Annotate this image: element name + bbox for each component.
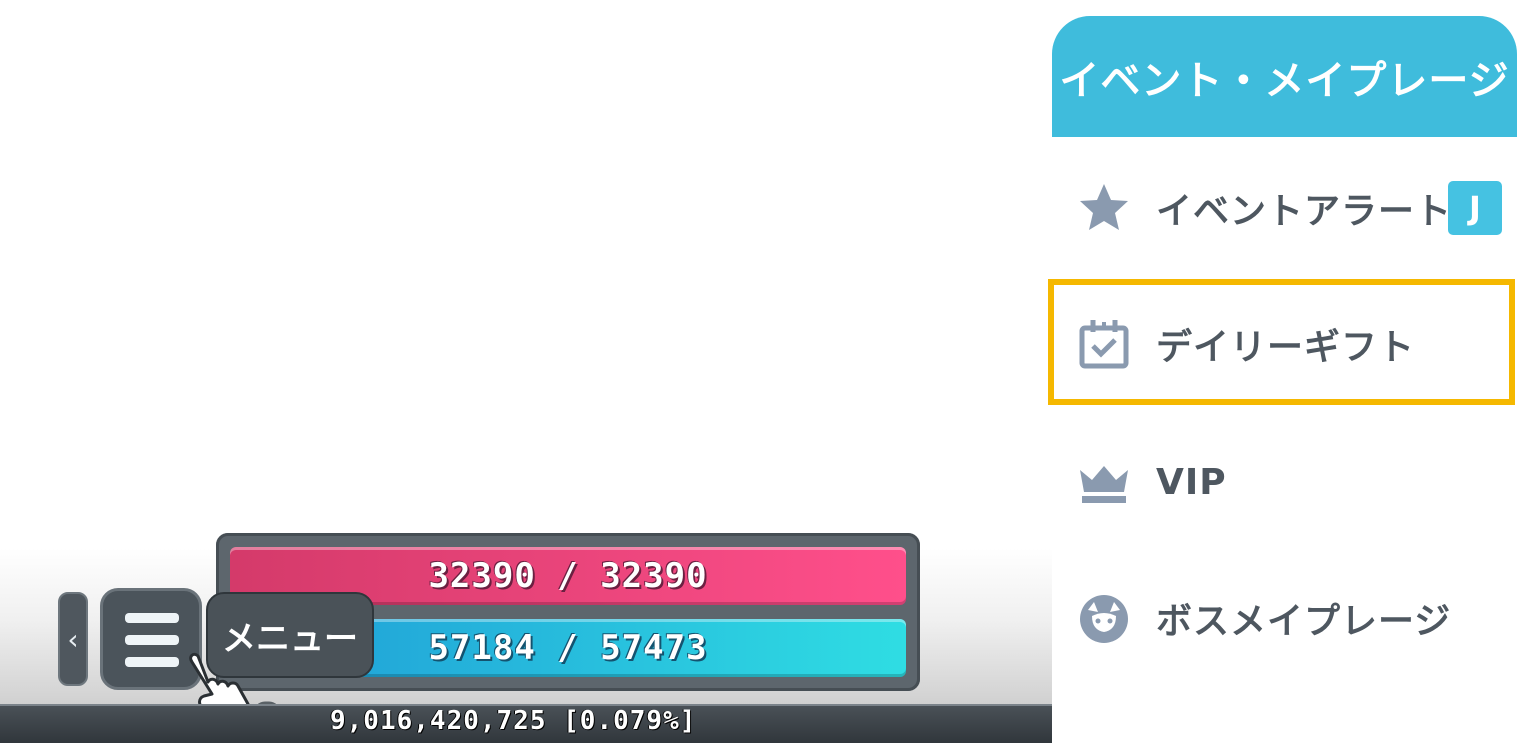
menu-item-label: イベントアラート [1156,191,1453,232]
menu-item-vip[interactable]: VIP [1052,420,1521,544]
panel-title: イベント・メイプレージ [1052,16,1517,137]
crown-icon [1080,466,1128,503]
menu-item-boss-mapleage[interactable]: ボスメイプレージ [1052,556,1521,680]
menu-item-label: ボスメイプレージ [1156,601,1452,642]
menu-item-event-alert[interactable]: イベントアラート J [1052,146,1521,270]
hotkey-badge: J [1448,181,1502,235]
star-icon [1080,184,1128,230]
menu-item-label: VIP [1156,461,1227,503]
boss-face-icon [1080,595,1128,643]
selection-highlight [1048,279,1515,405]
hamburger-icon [125,613,179,667]
collapse-hud-button[interactable]: ‹ [58,592,88,686]
chevron-left-icon: ‹ [67,622,79,656]
exp-value: 9,016,420,725 [0.079%] [330,706,697,736]
game-screen: 32390 / 32390 57184 / 57473 ‹ メニュー 9,016… [0,0,1521,743]
